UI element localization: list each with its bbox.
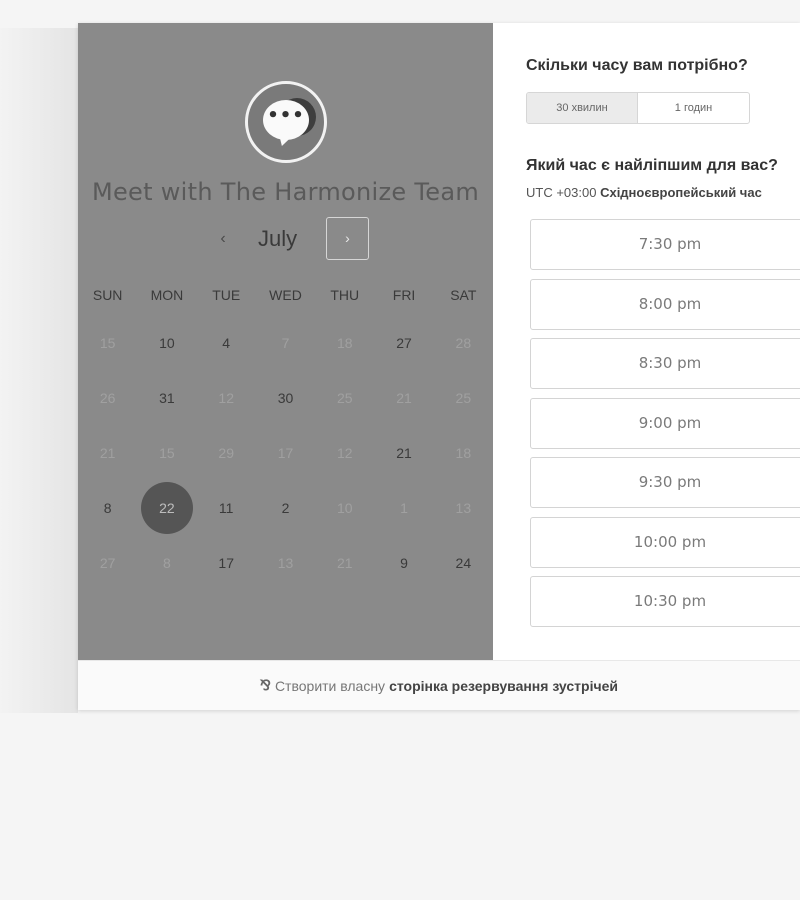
calendar-day[interactable]: 2: [256, 496, 315, 551]
duration-option-30min[interactable]: 30 хвилин: [527, 93, 638, 123]
time-selection-panel: Скільки часу вам потрібно? 30 хвилин 1 г…: [493, 23, 800, 660]
selected-day-label: 22: [140, 482, 193, 534]
calendar-day: 12: [336, 445, 353, 461]
calendar-day: 18: [455, 445, 472, 461]
calendar-day[interactable]: 8: [78, 496, 137, 551]
calendar-day: 27: [99, 555, 116, 571]
weekday-label: WED: [269, 287, 302, 303]
calendar-day[interactable]: 31: [137, 386, 196, 441]
calendar-day[interactable]: 11: [197, 496, 256, 551]
calendar-day[interactable]: 21: [374, 441, 433, 496]
footer-text: Створити власну: [274, 677, 386, 694]
calendar-day: 8: [163, 555, 171, 571]
duration-option-1hour[interactable]: 1 годин: [638, 93, 749, 123]
weekday-label: FRI: [392, 287, 416, 303]
weekday-label: THU: [330, 287, 360, 303]
calendar-day[interactable]: 4: [197, 331, 256, 386]
calendar-day[interactable]: 27: [374, 331, 433, 386]
time-slot-button[interactable]: 10:30 pm: [530, 576, 800, 627]
time-question: Який час є найліпшим для вас?: [526, 157, 778, 174]
calendar-day: 21: [99, 445, 116, 461]
timezone-name: Східноєвропейський час: [600, 185, 762, 200]
page-backdrop: [0, 28, 78, 713]
calendar-day: 13: [455, 500, 472, 516]
calendar-panel: ••• Meet with The Harmonize Team ‹ July …: [78, 23, 493, 660]
prev-month-button[interactable]: ‹: [211, 225, 235, 253]
calendar-day: 21: [336, 555, 353, 571]
calendar-day: 7: [281, 335, 290, 351]
calendar-day: 15: [99, 335, 116, 351]
calendar-grid: SUN MON TUE WED THU FRI SAT 15 10 4 7 18…: [78, 283, 493, 606]
weekday-header: SUN MON TUE WED THU FRI SAT: [78, 283, 493, 307]
timezone-label[interactable]: UTC +03:00 Східноєвропейський час: [526, 185, 762, 200]
time-slot-button[interactable]: 9:30 pm: [530, 457, 800, 508]
calendar-week: 8 22 11 2 10 1 13: [78, 482, 493, 551]
duration-question: Скільки часу вам потрібно?: [526, 57, 748, 74]
calendar-week: 27 8 17 13 21 9 24: [78, 551, 493, 606]
footer-link[interactable]: сторінка резервування зустрічей: [389, 678, 618, 694]
duration-toggle: 30 хвилин 1 годин: [526, 92, 750, 124]
calendar-day: 17: [277, 445, 294, 461]
calendar-week: 15 10 4 7 18 27 28: [78, 331, 493, 386]
calendar-day: 12: [218, 390, 234, 406]
calendar-day[interactable]: 30: [256, 386, 315, 441]
weekday-label: SAT: [450, 287, 477, 303]
calendar-day-selected[interactable]: 22: [137, 482, 196, 551]
next-month-button[interactable]: ›: [326, 217, 369, 260]
month-label: July: [258, 226, 298, 251]
calendar-day[interactable]: 9: [374, 551, 433, 606]
time-slot-list: 7:30 pm 8:00 pm 8:30 pm 9:00 pm 9:30 pm …: [530, 219, 800, 636]
calendar-day[interactable]: 10: [137, 331, 196, 386]
time-slot-button[interactable]: 9:00 pm: [530, 397, 800, 449]
team-name: Meet with The Harmonize Team: [91, 178, 480, 206]
calendar-day: 21: [396, 390, 412, 406]
calendar-day: 13: [277, 555, 294, 571]
chat-bubble-avatar-icon: •••: [245, 81, 327, 163]
time-slot-button[interactable]: 8:30 pm: [530, 338, 800, 389]
weekday-label: SUN: [92, 287, 123, 303]
booking-card: ••• Meet with The Harmonize Team ‹ July …: [78, 23, 800, 710]
weekday-label: MON: [150, 287, 184, 303]
calendar-day: 26: [99, 390, 116, 406]
calendar-day: 25: [336, 390, 353, 406]
calendar-day: 1: [400, 500, 408, 516]
time-slot-button[interactable]: 10:00 pm: [530, 516, 800, 568]
calendar-day: 29: [218, 445, 234, 461]
month-navigation: ‹ July ›: [78, 217, 493, 261]
hubspot-logo-icon: ⅋: [260, 677, 271, 693]
calendar-day: 10: [336, 500, 353, 516]
calendar-day: 18: [336, 335, 353, 351]
footer: ⅋ Створити власну сторінка резервування …: [78, 660, 800, 710]
weekday-label: TUE: [212, 287, 241, 303]
calendar-week: 21 15 29 17 12 21 18: [78, 441, 493, 496]
calendar-day[interactable]: 24: [434, 551, 493, 606]
calendar-day: 25: [455, 390, 472, 406]
time-slot-button[interactable]: 7:30 pm: [530, 219, 800, 270]
timezone-offset: UTC +03:00: [526, 185, 597, 200]
calendar-day[interactable]: 17: [197, 551, 256, 606]
time-slot-button[interactable]: 8:00 pm: [530, 278, 800, 330]
calendar-week: 26 31 12 30 25 21 25: [78, 386, 493, 441]
calendar-day: 28: [455, 335, 472, 351]
